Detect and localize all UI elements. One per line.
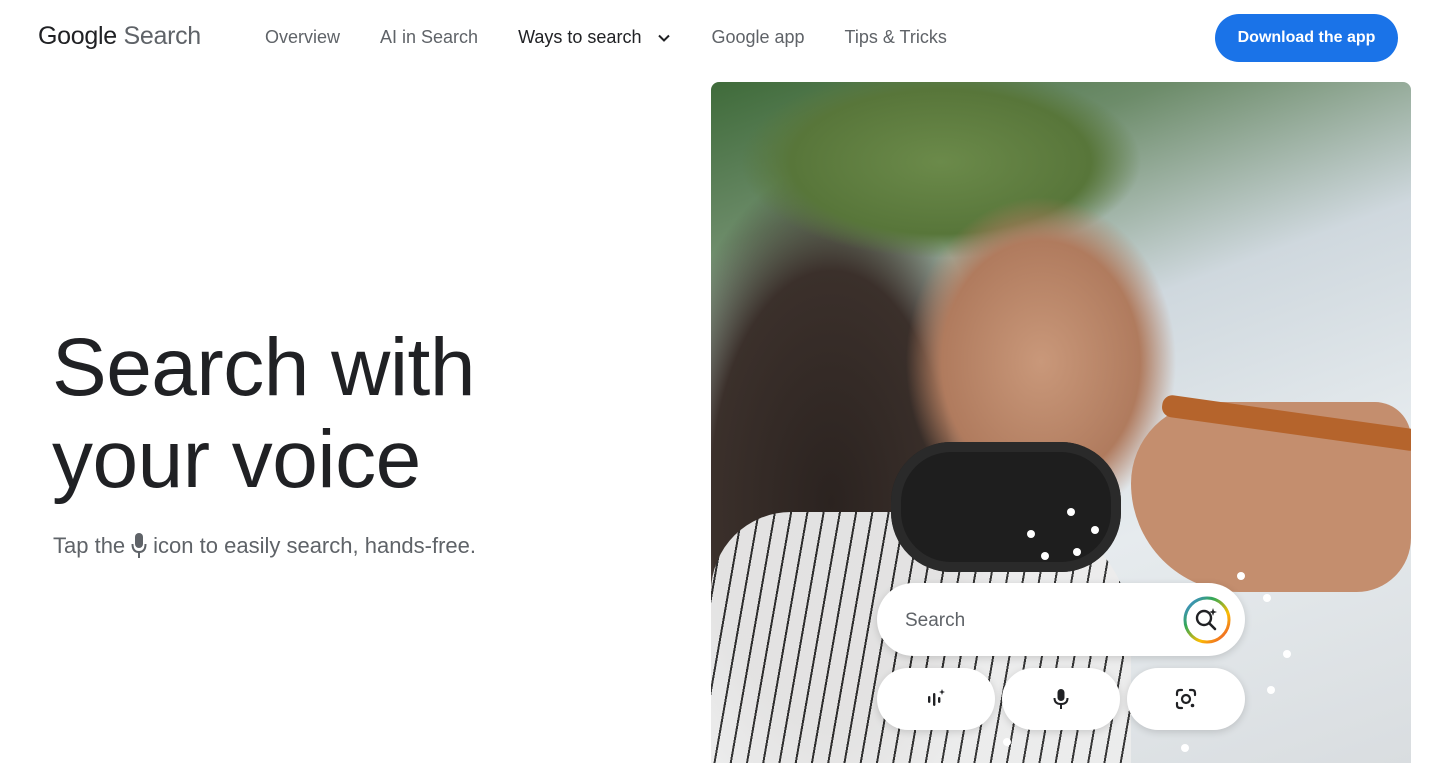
voice-waveform-button[interactable]: [877, 668, 995, 730]
nav-item-label: Ways to search: [518, 27, 642, 47]
nav-item-overview[interactable]: Overview: [265, 27, 340, 48]
nav-item-label: Overview: [265, 27, 341, 47]
photo-headphones: [891, 442, 1121, 572]
google-lens-sparkle-icon[interactable]: [1182, 595, 1232, 645]
voice-waveform-icon: [928, 689, 945, 706]
nav-item-ai-in-search[interactable]: AI in Search: [380, 27, 478, 48]
sparkle-dot: [1181, 744, 1189, 752]
microphone-button[interactable]: [1002, 668, 1120, 730]
subtitle-after: icon to easily search, hands-free.: [153, 533, 477, 558]
subtitle-before: Tap the: [53, 533, 126, 558]
microphone-icon: [131, 533, 147, 558]
nav-item-label: Tips & Tricks: [844, 27, 947, 47]
hero-subtitle: Tap the icon to easily search, hands-fre…: [53, 532, 476, 560]
sparkle-dot: [1067, 508, 1075, 516]
sparkle-dot: [1283, 650, 1291, 658]
camera-lens-icon: [1175, 688, 1197, 710]
logo-search-text: Search: [123, 22, 201, 50]
sparkle-dot: [1091, 526, 1099, 534]
sparkle-dot: [1027, 530, 1035, 538]
google-search-logo[interactable]: Google Search: [38, 22, 201, 51]
main-nav: Overview AI in Search Ways to search Goo…: [265, 27, 987, 48]
sparkle-dot: [1263, 594, 1271, 602]
sparkle-dot: [1073, 548, 1081, 556]
site-header: Google Search Overview AI in Search Ways…: [0, 0, 1442, 76]
chevron-down-icon: [658, 34, 671, 42]
sparkle-dot: [1237, 572, 1245, 580]
sparkle-dot: [1041, 552, 1049, 560]
nav-item-ways-to-search[interactable]: Ways to search: [518, 27, 671, 48]
nav-item-tips-and-tricks[interactable]: Tips & Tricks: [845, 27, 947, 48]
nav-item-label: Google app: [711, 27, 805, 47]
headline-line-2: your voice: [52, 414, 421, 505]
microphone-icon: [1053, 689, 1069, 709]
nav-item-google-app[interactable]: Google app: [711, 27, 804, 48]
hero-photo-voice-search: [711, 82, 1411, 763]
sparkle-dot: [1003, 738, 1011, 746]
sparkle-dot: [1267, 686, 1275, 694]
camera-lens-button[interactable]: [1127, 668, 1245, 730]
nav-item-label: AI in Search: [380, 27, 479, 47]
page-title: Search with your voice: [52, 322, 652, 506]
download-app-button[interactable]: Download the app: [1215, 14, 1398, 62]
search-input[interactable]: [903, 603, 1177, 639]
logo-google-text: Google: [38, 22, 117, 50]
headline-line-1: Search with: [52, 322, 475, 413]
search-bar: [877, 583, 1245, 656]
